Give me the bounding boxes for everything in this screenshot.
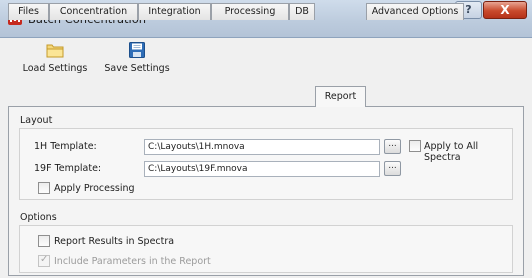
apply-processing-label: Apply Processing (54, 183, 135, 194)
checkmark-icon: ✓ (40, 254, 49, 265)
template-1h-browse-button[interactable]: ... (384, 139, 401, 154)
report-results-label: Report Results in Spectra (54, 236, 175, 247)
load-settings-button[interactable]: Load Settings (16, 42, 94, 74)
report-results-checkbox[interactable] (38, 235, 50, 247)
tab-integration[interactable]: Integration (138, 3, 211, 20)
tab-files[interactable]: Files (8, 3, 49, 20)
tab-db[interactable]: DB (289, 3, 315, 20)
batch-concentration-window: Batch Concentration ? X Load Settings Sa… (0, 0, 532, 278)
options-group: Report Results in Spectra ✓ Include Para… (19, 225, 513, 273)
load-settings-label: Load Settings (22, 63, 88, 74)
template-19f-input[interactable] (144, 161, 380, 177)
folder-icon (46, 44, 64, 58)
floppy-disk-icon (129, 42, 145, 58)
template-19f-browse-button[interactable]: ... (384, 161, 401, 176)
include-parameters-checkbox[interactable]: ✓ (38, 254, 50, 267)
save-settings-label: Save Settings (104, 63, 170, 74)
layout-group-title: Layout (20, 115, 53, 126)
template-1h-input[interactable] (144, 139, 380, 155)
apply-processing-checkbox[interactable] (38, 182, 50, 194)
apply-all-spectra-label: Apply to All Spectra (424, 141, 479, 163)
include-parameters-label: Include Parameters in the Report (54, 256, 211, 267)
layout-group: 1H Template: ... Apply to All Spectra 19… (19, 128, 513, 200)
close-button[interactable]: X (483, 1, 527, 19)
tab-processing[interactable]: Processing (211, 3, 289, 20)
template-1h-label: 1H Template: (34, 141, 97, 152)
tab-concentration[interactable]: Concentration (49, 3, 138, 20)
template-19f-label: 19F Template: (34, 163, 102, 174)
report-tab-panel: Layout 1H Template: ... Apply to All Spe… (8, 106, 524, 276)
options-group-title: Options (20, 212, 57, 223)
save-settings-button[interactable]: Save Settings (102, 42, 172, 74)
tab-advanced-options[interactable]: Advanced Options (366, 3, 464, 20)
tab-report[interactable]: Report (315, 86, 366, 107)
apply-all-spectra-checkbox[interactable] (409, 140, 421, 152)
